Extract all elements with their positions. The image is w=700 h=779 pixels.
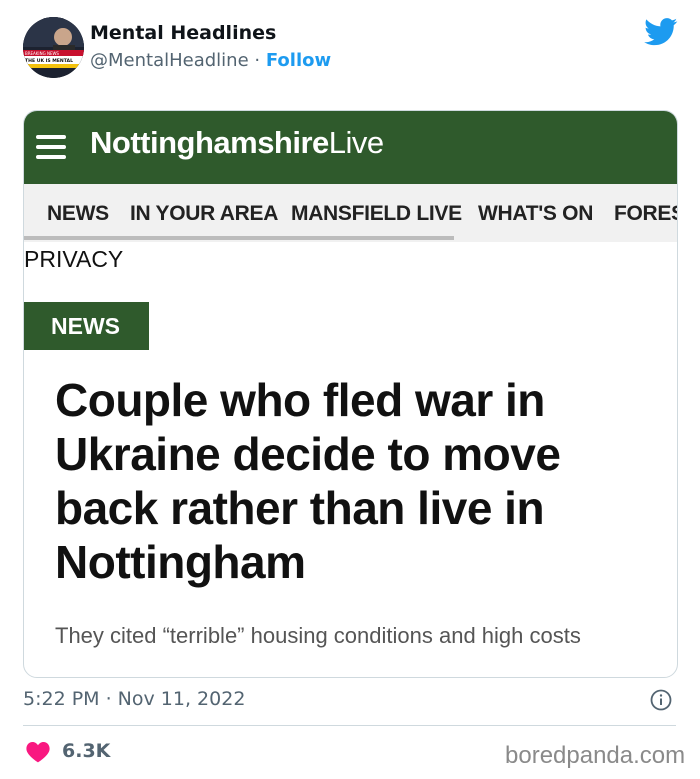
article-image-card[interactable]: NottinghamshireLive NEWS IN YOUR AREA MA… [23, 110, 678, 678]
follow-button[interactable]: Follow [266, 50, 331, 71]
watermark: boredpanda.com [505, 742, 686, 769]
nav-item-fores: FORES [614, 202, 677, 225]
heart-icon[interactable] [26, 741, 50, 763]
nav-item-whats-on: WHAT'S ON [478, 202, 594, 225]
author-meta: @MentalHeadline · Follow [90, 50, 331, 71]
twitter-bird-icon[interactable] [644, 18, 678, 46]
site-name-light: Live [328, 125, 384, 160]
author-name[interactable]: Mental Headlines [90, 22, 276, 44]
avatar-image: BREAKING NEWS THE UK IS MENTAL [23, 17, 84, 78]
site-name-bold: Nottinghamshire [90, 125, 329, 160]
nav-item-mansfield-live: MANSFIELD LIVE [291, 202, 462, 225]
footer-divider [23, 725, 676, 726]
nav-scroll-indicator [24, 236, 454, 240]
separator-dot: · [254, 50, 261, 71]
author-handle[interactable]: @MentalHeadline [90, 50, 249, 71]
nav-item-news: NEWS [47, 202, 109, 225]
nav-item-in-your-area: IN YOUR AREA [130, 202, 279, 225]
site-logo: NottinghamshireLive [90, 125, 384, 161]
hamburger-menu-icon [36, 135, 66, 161]
like-count[interactable]: 6.3K [62, 740, 110, 762]
article-subheadline: They cited “terrible” housing conditions… [55, 623, 581, 648]
section-tag: NEWS [24, 302, 149, 350]
avatar-banner-top: BREAKING NEWS [25, 51, 59, 56]
article-headline: Couple who fled war in Ukraine decide to… [55, 374, 561, 588]
author-avatar[interactable]: BREAKING NEWS THE UK IS MENTAL [23, 17, 84, 78]
site-header: NottinghamshireLive [24, 111, 677, 184]
privacy-label: PRIVACY [24, 246, 124, 272]
avatar-banner-main: THE UK IS MENTAL [25, 58, 73, 64]
info-icon[interactable] [650, 689, 672, 711]
site-nav-bar: NEWS IN YOUR AREA MANSFIELD LIVE WHAT'S … [24, 184, 677, 242]
tweet-timestamp[interactable]: 5:22 PM · Nov 11, 2022 [23, 688, 245, 710]
